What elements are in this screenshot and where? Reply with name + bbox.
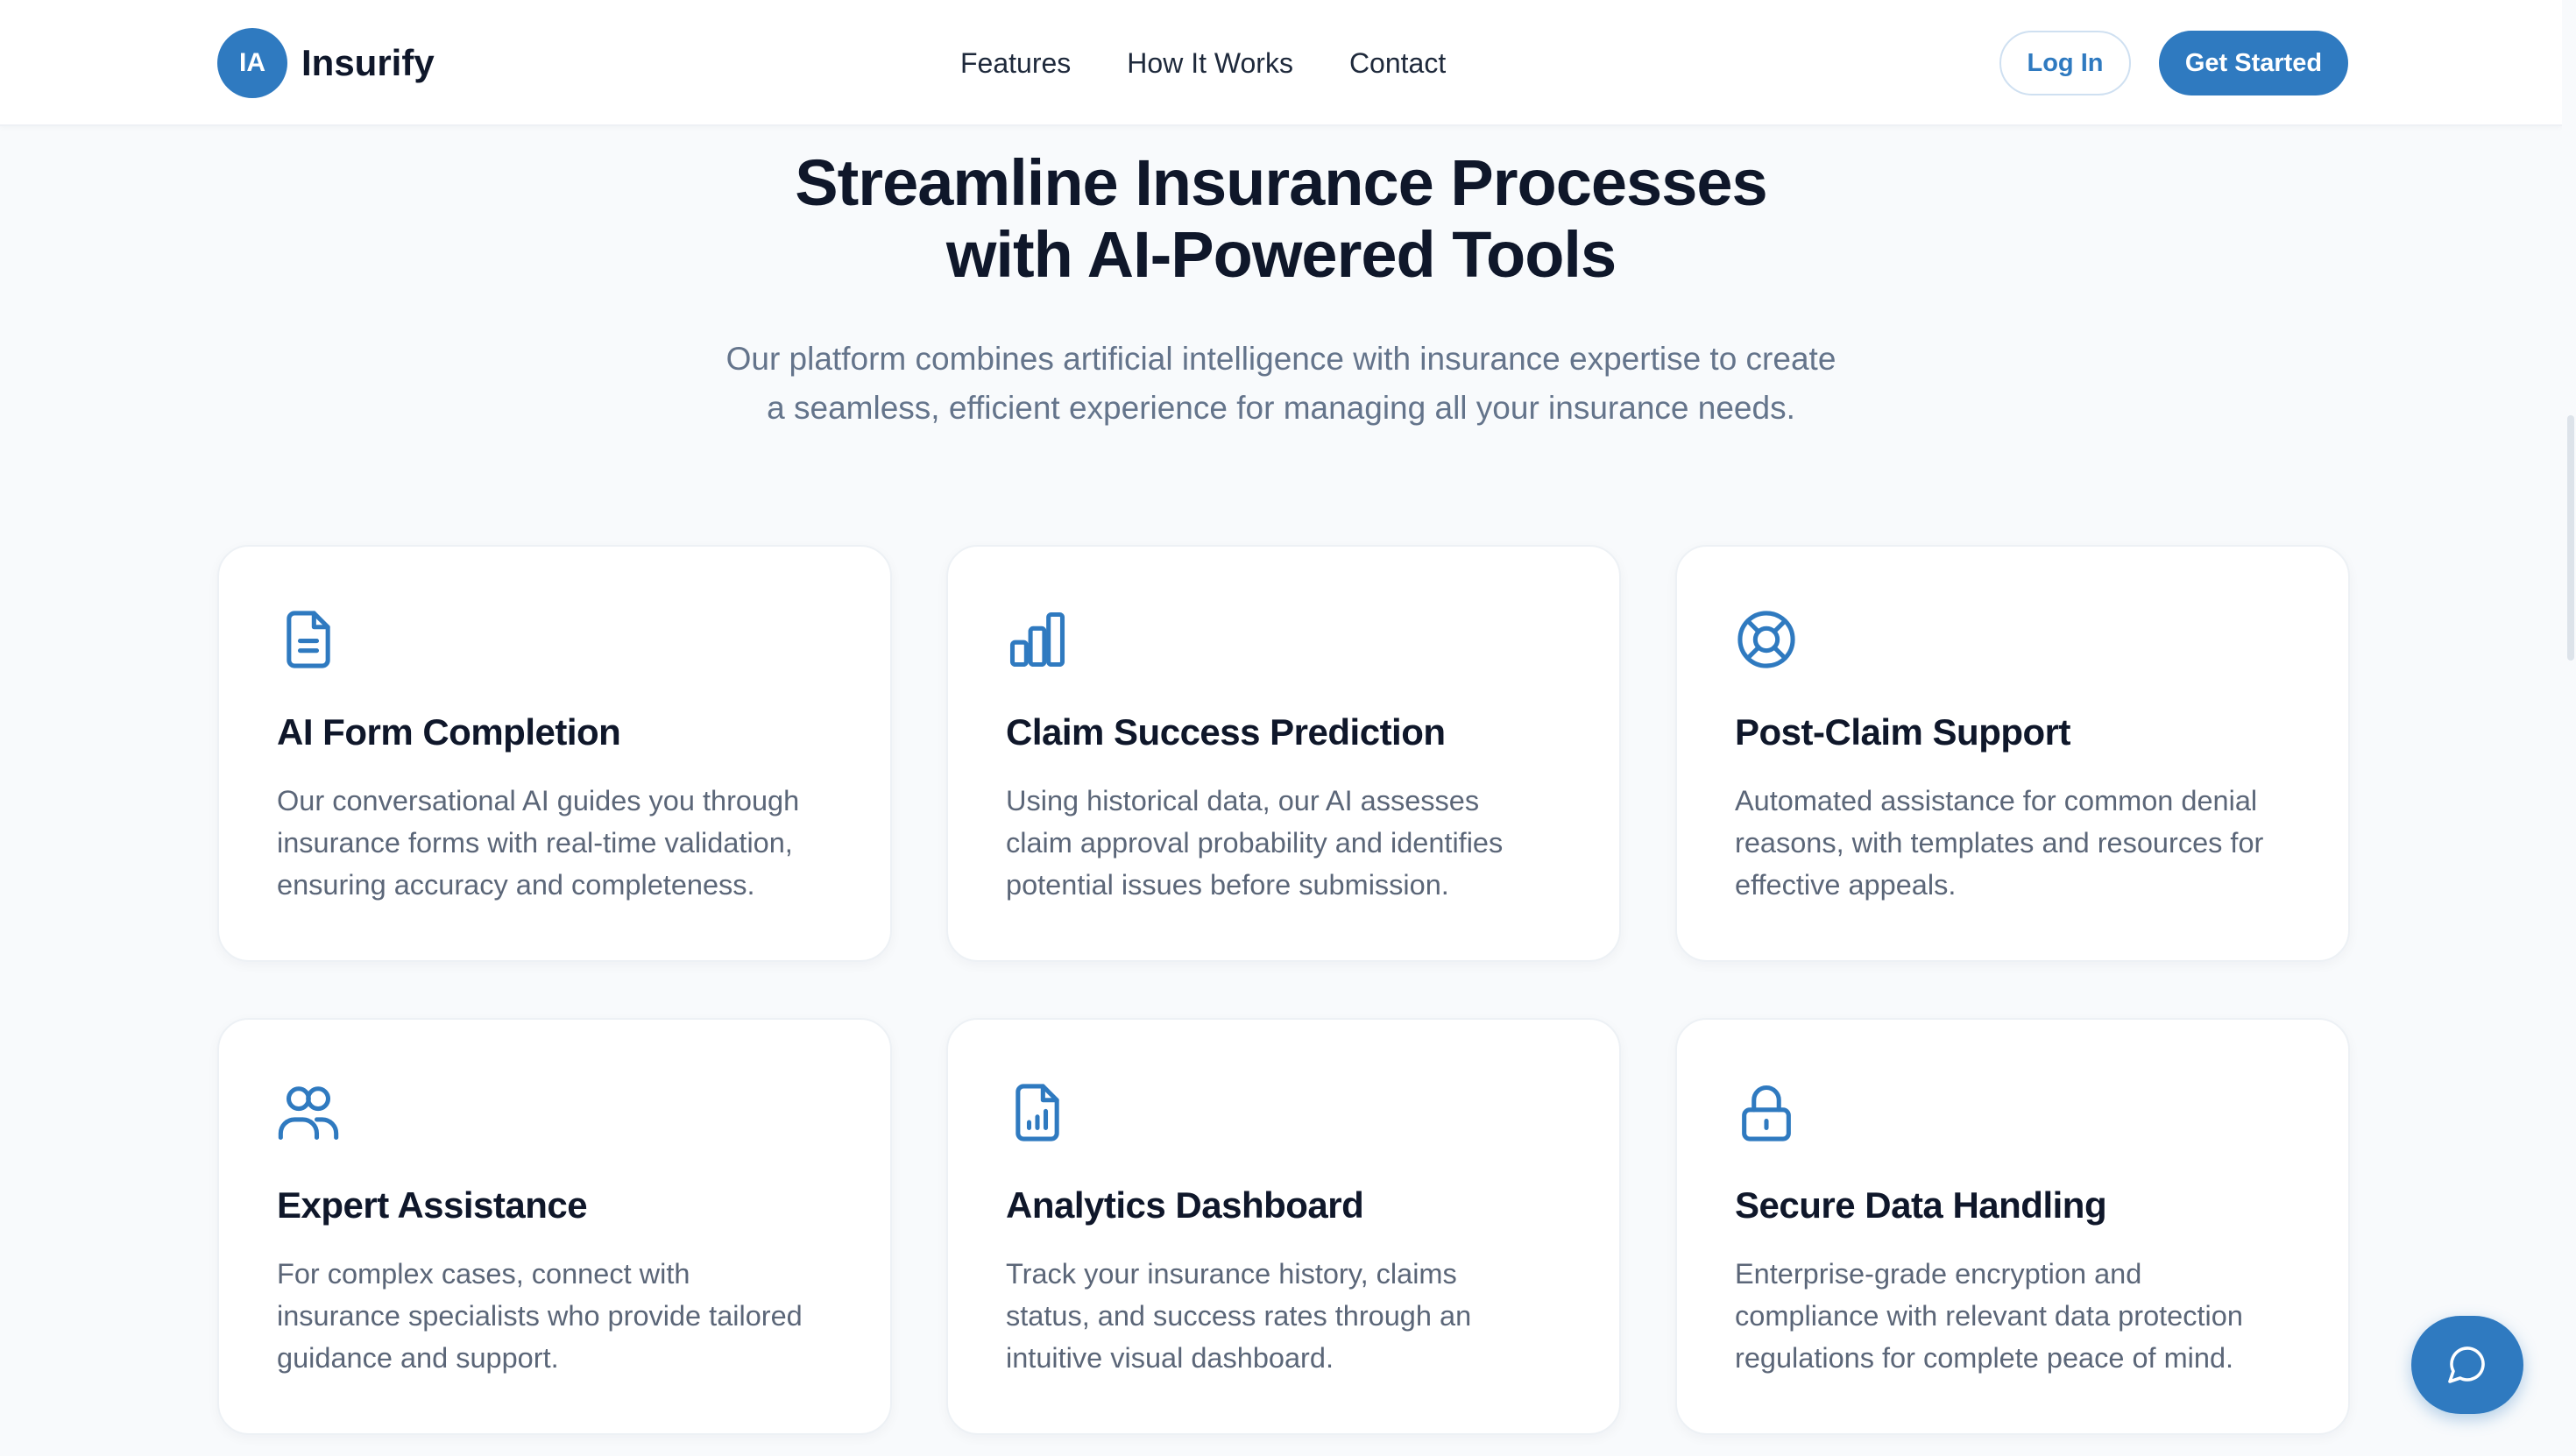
bar-chart-icon bbox=[1004, 606, 1071, 673]
file-chart-icon bbox=[1004, 1079, 1071, 1146]
nav-link-features[interactable]: Features bbox=[960, 42, 1071, 84]
page: IA Insurify Features How It Works Contac… bbox=[0, 0, 2576, 1456]
brand-logo[interactable]: IA Insurify bbox=[217, 28, 435, 98]
feature-title: Expert Assistance bbox=[277, 1184, 588, 1226]
scrollbar[interactable] bbox=[2562, 0, 2576, 1456]
feature-title: Secure Data Handling bbox=[1735, 1184, 2107, 1226]
feature-description: Automated assistance for common denial r… bbox=[1735, 785, 2264, 901]
chat-button[interactable] bbox=[2411, 1316, 2523, 1414]
feature-description: Track your insurance history, claims sta… bbox=[1006, 1258, 1472, 1374]
login-button[interactable]: Log In bbox=[1999, 31, 2131, 95]
hero-title: Streamline Insurance Processes with AI-P… bbox=[0, 147, 2562, 291]
feature-description: For complex cases, connect with insuranc… bbox=[277, 1258, 803, 1374]
users-icon bbox=[275, 1079, 342, 1146]
nav-link-contact[interactable]: Contact bbox=[1349, 42, 1446, 84]
document-icon bbox=[275, 606, 342, 673]
feature-card-claim-success-prediction: Claim Success Prediction Using historica… bbox=[946, 545, 1621, 962]
hero-subtitle-line: Our platform combines artificial intelli… bbox=[725, 341, 1836, 377]
lock-icon bbox=[1733, 1079, 1800, 1146]
feature-card-post-claim-support: Post-Claim Support Automated assistance … bbox=[1675, 545, 2350, 962]
feature-title: Post-Claim Support bbox=[1735, 711, 2071, 753]
feature-description: Using historical data, our AI assesses c… bbox=[1006, 785, 1504, 901]
lifebuoy-icon bbox=[1733, 606, 1800, 673]
feature-title: AI Form Completion bbox=[277, 711, 621, 753]
feature-card-analytics-dashboard: Analytics Dashboard Track your insurance… bbox=[946, 1018, 1621, 1435]
hero-subtitle: Our platform combines artificial intelli… bbox=[0, 335, 2562, 433]
brand-name: Insurify bbox=[301, 42, 435, 83]
hero-title-line: with AI-Powered Tools bbox=[945, 218, 1617, 291]
chat-bubble-icon bbox=[2446, 1343, 2488, 1388]
nav-link-how-it-works[interactable]: How It Works bbox=[1127, 42, 1293, 84]
site-header: IA Insurify Features How It Works Contac… bbox=[0, 0, 2562, 126]
get-started-button[interactable]: Get Started bbox=[2159, 31, 2348, 95]
feature-title: Analytics Dashboard bbox=[1006, 1184, 1364, 1226]
feature-description: Enterprise-grade encryption and complian… bbox=[1735, 1258, 2243, 1374]
scrollbar-thumb[interactable] bbox=[2567, 415, 2574, 661]
feature-card-secure-data-handling: Secure Data Handling Enterprise-grade en… bbox=[1675, 1018, 2350, 1435]
logo-badge: IA bbox=[217, 28, 287, 98]
hero-subtitle-line: a seamless, efficient experience for man… bbox=[767, 390, 1795, 426]
feature-title: Claim Success Prediction bbox=[1006, 711, 1446, 753]
feature-card-ai-form-completion: AI Form Completion Our conversational AI… bbox=[217, 545, 892, 962]
hero-title-line: Streamline Insurance Processes bbox=[795, 146, 1767, 219]
feature-description: Our conversational AI guides you through… bbox=[277, 785, 800, 901]
feature-card-expert-assistance: Expert Assistance For complex cases, con… bbox=[217, 1018, 892, 1435]
main-nav: Features How It Works Contact bbox=[960, 42, 1446, 84]
